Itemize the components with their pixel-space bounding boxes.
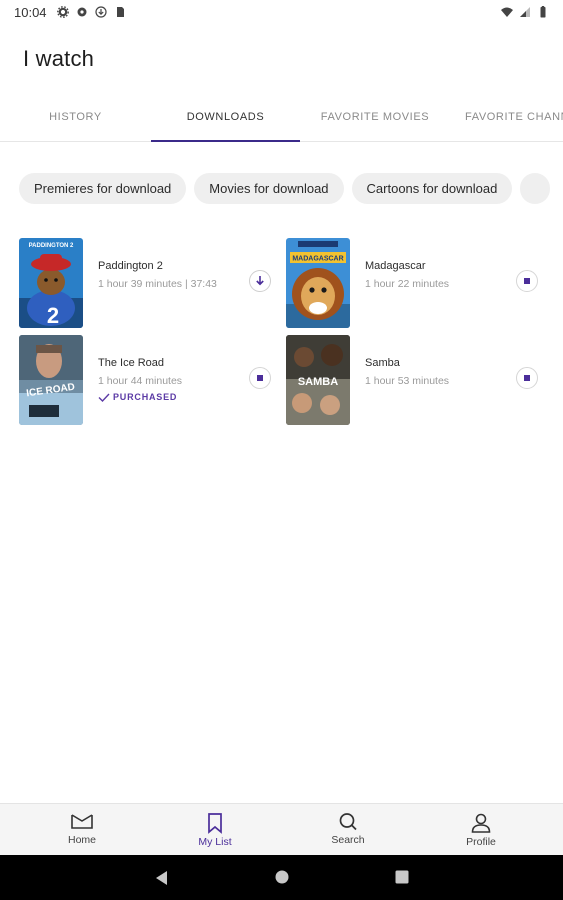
chip-premieres[interactable]: Premieres for download: [19, 173, 187, 204]
movie-duration: 1 hour 44 minutes: [98, 375, 183, 387]
movie-duration: 1 hour 53 minutes: [365, 375, 450, 387]
stop-download-button[interactable]: [516, 270, 538, 292]
movie-duration: 1 hour 39 minutes | 37:43: [98, 278, 217, 290]
nav-search[interactable]: Search: [298, 804, 398, 856]
bottom-navigation: Home My List Search Profile: [0, 803, 563, 855]
download-progress-button[interactable]: [249, 270, 271, 292]
status-bar: 10:04: [0, 0, 563, 24]
nav-home-label: Home: [67, 834, 96, 846]
check-icon: [98, 393, 110, 402]
stop-icon: [524, 375, 530, 381]
signal-icon: [520, 7, 530, 17]
system-navigation-bar: [0, 855, 563, 900]
battery-icon: [540, 6, 546, 18]
download-arrow-icon: [256, 276, 264, 286]
search-icon: [339, 813, 357, 831]
status-time: 10:04: [14, 4, 47, 20]
tab-indicator: [151, 140, 300, 142]
stop-icon: [524, 278, 530, 284]
list-item[interactable]: ICE ROAD The Ice Road 1 hour 44 minutes …: [19, 335, 281, 425]
sd-card-icon: [116, 7, 124, 17]
purchased-badge: PURCHASED: [98, 392, 177, 402]
tab-downloads[interactable]: DOWNLOADS: [151, 92, 300, 141]
nav-profile-label: Profile: [466, 836, 496, 848]
home-icon: [71, 814, 93, 829]
profile-icon: [471, 813, 491, 833]
movie-poster[interactable]: ICE ROAD: [19, 335, 83, 425]
chip-movies[interactable]: Movies for download: [194, 173, 344, 204]
bookmark-icon: [208, 813, 222, 834]
nav-profile[interactable]: Profile: [431, 804, 531, 856]
nav-my-list-label: My List: [198, 836, 232, 848]
stop-download-button[interactable]: [516, 367, 538, 389]
chip-more[interactable]: [520, 173, 551, 204]
nav-my-list[interactable]: My List: [165, 804, 265, 856]
purchased-label: PURCHASED: [113, 392, 178, 402]
movie-title: Madagascar: [365, 260, 426, 272]
tab-bar: HISTORY DOWNLOADS FAVORITE MOVIES FAVORI…: [0, 92, 563, 142]
nav-home[interactable]: Home: [32, 804, 132, 856]
tab-history[interactable]: HISTORY: [0, 92, 151, 141]
list-item[interactable]: PADDINGTON 2 2 Paddington 2 1 hour 39 mi…: [19, 238, 281, 328]
poster-title: SAMBA: [298, 376, 338, 388]
tab-favorite-movies[interactable]: FAVORITE MOVIES: [300, 92, 450, 141]
movie-title: Paddington 2: [98, 260, 163, 272]
poster-title: MADAGASCAR: [292, 256, 343, 263]
wifi-icon: [501, 7, 513, 17]
movie-title: The Ice Road: [98, 357, 165, 369]
notification-icon: [77, 7, 87, 17]
svg-text:2: 2: [47, 303, 59, 328]
recents-icon[interactable]: [394, 869, 410, 885]
download-status-icon: [94, 6, 107, 18]
movie-poster[interactable]: MADAGASCAR: [286, 238, 350, 328]
stop-download-button[interactable]: [249, 367, 271, 389]
list-item[interactable]: MADAGASCAR Madagascar 1 hour 22 minutes: [286, 238, 548, 328]
movie-title: Samba: [365, 357, 400, 369]
gear-icon: [56, 6, 69, 18]
movie-poster[interactable]: SAMBA: [286, 335, 350, 425]
nav-search-label: Search: [331, 834, 365, 846]
chip-cartoons[interactable]: Cartoons for download: [351, 173, 513, 204]
list-item[interactable]: SAMBA Samba 1 hour 53 minutes: [286, 335, 548, 425]
tab-favorite-channels[interactable]: FAVORITE CHANN: [450, 92, 563, 141]
page-title: I watch: [23, 46, 95, 71]
poster-title: PADDINGTON 2: [29, 243, 74, 249]
category-chips: Premieres for download Movies for downloa…: [19, 173, 563, 205]
movie-duration: 1 hour 22 minutes: [365, 278, 450, 290]
movie-poster[interactable]: PADDINGTON 2 2: [19, 238, 83, 328]
stop-icon: [257, 375, 263, 381]
home-circle-icon[interactable]: [274, 869, 290, 885]
back-icon[interactable]: [153, 869, 169, 887]
